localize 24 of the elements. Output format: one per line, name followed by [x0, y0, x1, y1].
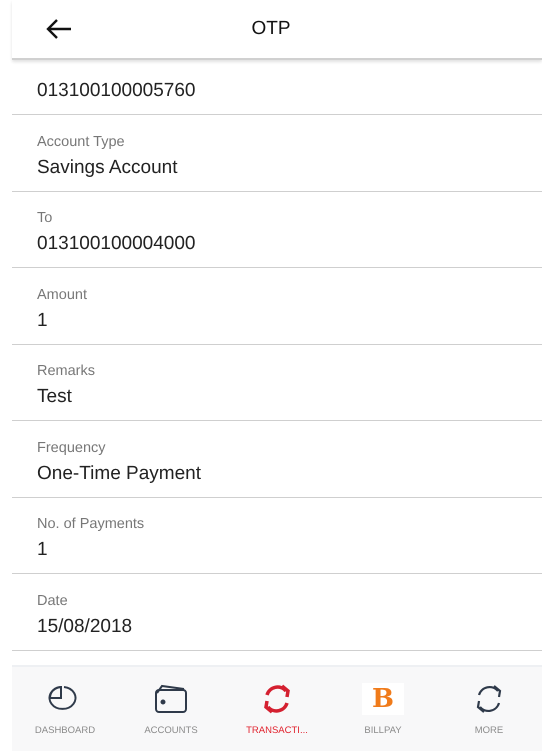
field-label: To — [37, 210, 54, 226]
nav-tab[interactable]: TRANSACTI... — [224, 667, 330, 751]
nav-tab[interactable]: MORE — [436, 667, 542, 751]
field-label: Frequency — [37, 440, 107, 456]
nav-tab[interactable]: B BILLPAY — [330, 667, 436, 751]
field-label: Date — [37, 592, 69, 608]
field-value: Savings Account — [37, 156, 178, 178]
field-value: 013100100005760 — [37, 80, 197, 102]
back-arrow-icon[interactable] — [46, 18, 72, 40]
field-value: 1 — [37, 310, 49, 332]
field-value: Test — [37, 386, 73, 408]
field-label: Amount — [37, 286, 88, 302]
field-label: Remarks — [37, 363, 96, 379]
field-value: 1 — [37, 539, 49, 561]
nav-tab[interactable]: ACCOUNTS — [118, 667, 224, 751]
screen-title: OTP — [251, 18, 291, 40]
field-value: One-Time Payment — [37, 462, 202, 484]
field-label: No. of Payments — [37, 516, 146, 532]
field-label: Account Type — [37, 134, 126, 150]
field-value: 013100100004000 — [37, 233, 197, 255]
nav-tab[interactable]: DASHBOARD — [12, 667, 118, 751]
field-value: 15/08/2018 — [37, 616, 134, 638]
wallet-icon — [152, 682, 190, 714]
billpay-logo: B — [362, 682, 404, 714]
